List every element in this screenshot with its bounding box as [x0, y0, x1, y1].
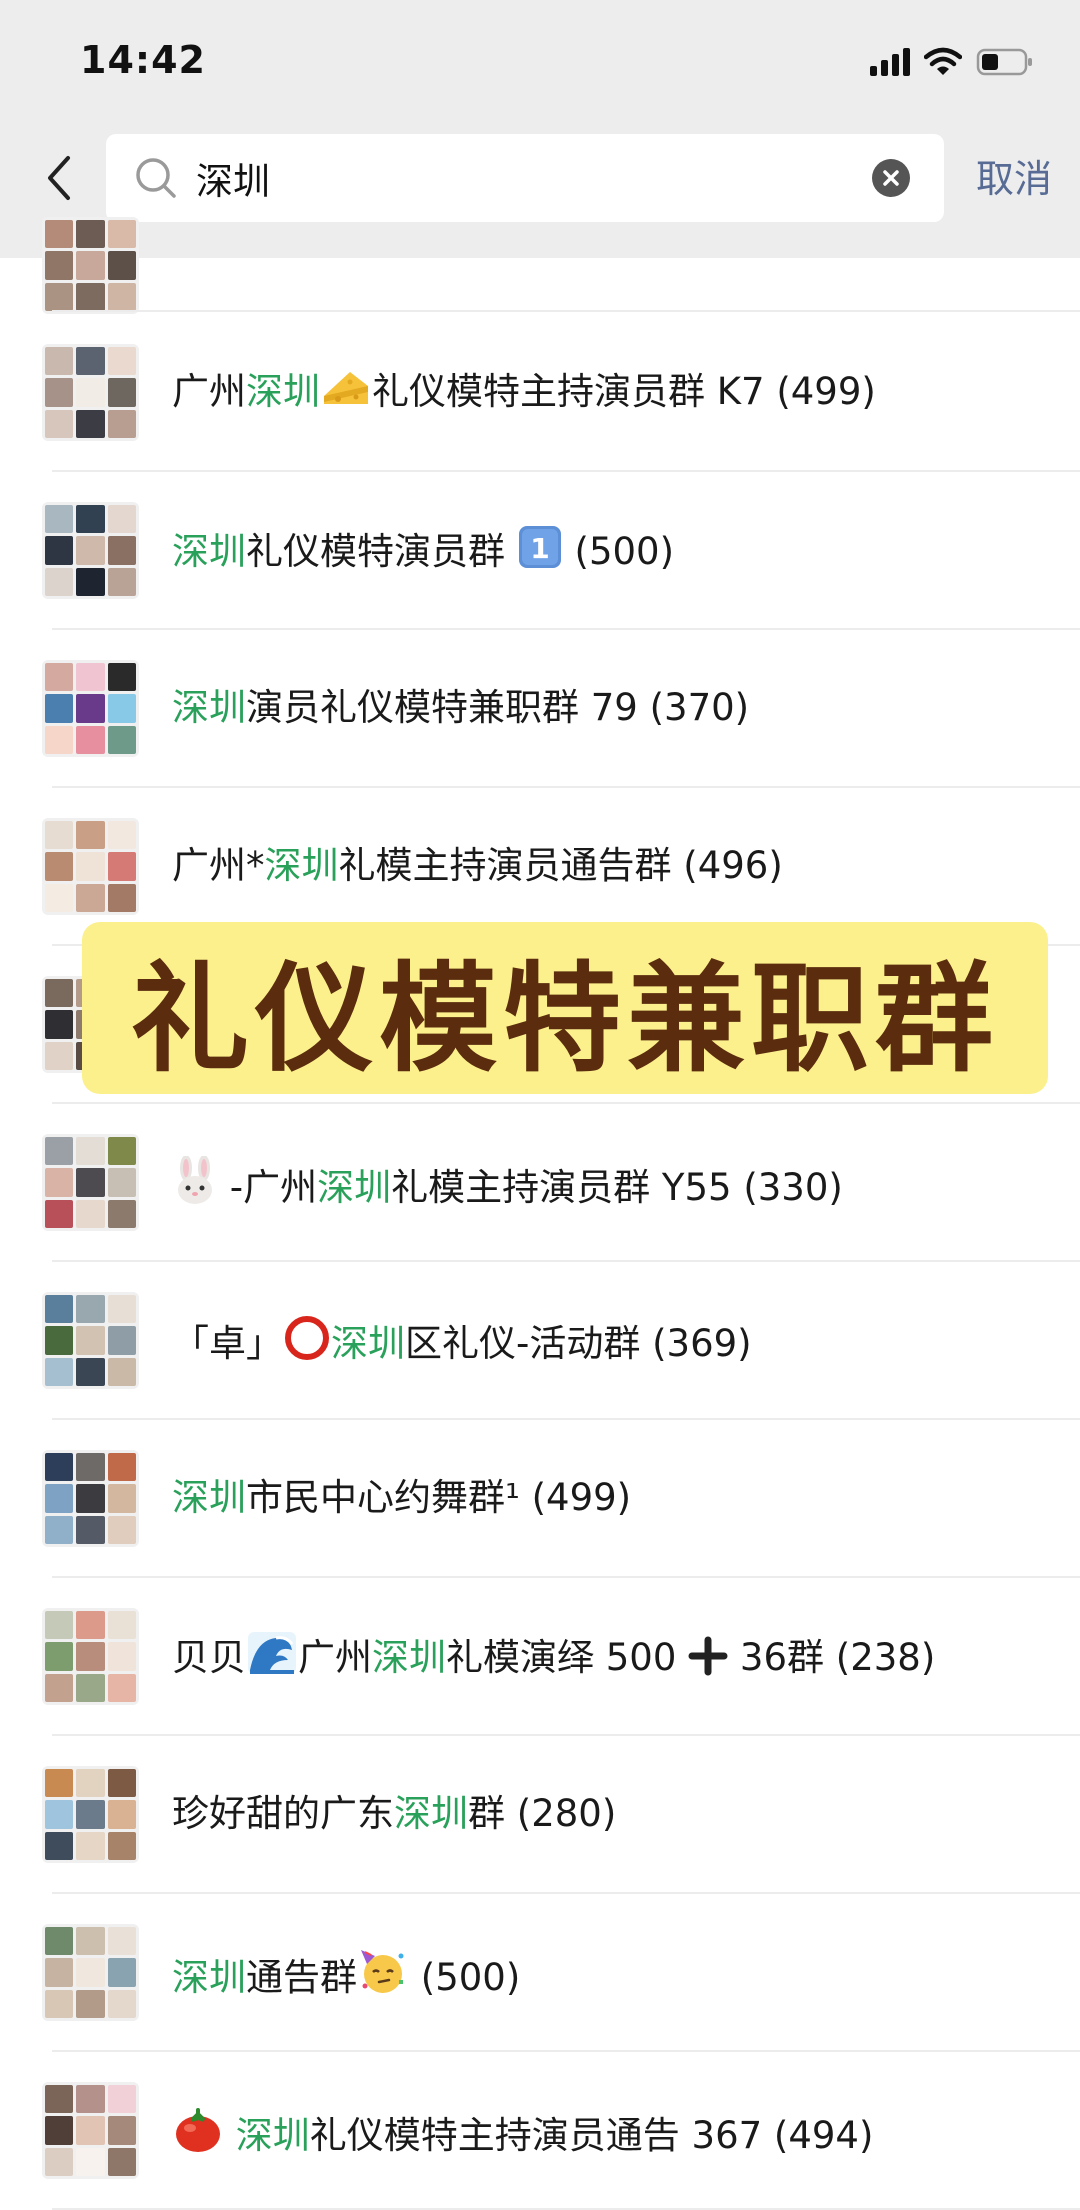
- name-text: 36群 (238): [728, 1636, 936, 1679]
- chevron-left-icon: [48, 156, 70, 200]
- top-bar: 14:42 取消: [0, 0, 1080, 258]
- list-item[interactable]: 深圳礼仪模特演员群 1 (500): [0, 472, 1080, 630]
- group-name: 广州*深圳礼模主持演员通告群 (496): [172, 840, 1050, 892]
- group-name: 「卓」 深圳区礼仪-活动群 (369): [172, 1314, 1050, 1376]
- group-name: 深圳演员礼仪模特兼职群 79 (370): [172, 682, 1050, 734]
- highlight-keyword: 深圳: [331, 1322, 405, 1365]
- status-time: 14:42: [80, 38, 206, 82]
- name-text: 礼模主持演员通告群 (496): [338, 844, 783, 887]
- name-text: 演员礼仪模特兼职群 79 (370): [246, 686, 750, 729]
- name-text: 礼模主持演员群 Y55 (330): [391, 1166, 843, 1209]
- overlay-banner: 礼仪模特兼职群: [82, 922, 1048, 1094]
- plus-icon: [688, 1636, 728, 1690]
- group-name: -广州深圳礼模主持演员群 Y55 (330): [172, 1155, 1050, 1220]
- highlight-keyword: 深圳: [235, 2114, 310, 2157]
- group-avatar: [42, 2082, 139, 2179]
- group-avatar: [42, 1292, 139, 1389]
- search-results-list: 广州深圳 礼仪模特主持演员群 K7 (499) 深圳礼仪模特演员群 1 (500) 深…: [0, 217, 1080, 2210]
- list-item[interactable]: 深圳礼仪模特主持演员通告 367 (494): [0, 2052, 1080, 2210]
- search-box[interactable]: [106, 134, 944, 222]
- back-button[interactable]: [40, 150, 80, 206]
- battery-icon: [976, 48, 1032, 76]
- group-avatar: [42, 1766, 139, 1863]
- group-name: 深圳通告群 (500): [172, 1946, 1050, 2010]
- name-text: 珍好甜的广东: [172, 1792, 394, 1835]
- group-avatar: [42, 1134, 139, 1231]
- cheese-icon: [320, 366, 372, 424]
- party-face-icon: [357, 1946, 409, 2010]
- name-text: 通告群: [246, 1956, 357, 1999]
- list-item[interactable]: [0, 217, 1080, 314]
- highlight-keyword: 深圳: [172, 1476, 246, 1519]
- list-item[interactable]: 「卓」 深圳区礼仪-活动群 (369): [0, 1262, 1080, 1420]
- list-item[interactable]: 深圳演员礼仪模特兼职群 79 (370): [0, 630, 1080, 788]
- highlight-keyword: 深圳: [372, 1636, 446, 1679]
- highlight-keyword: 深圳: [246, 370, 320, 413]
- rabbit-icon: [172, 1155, 218, 1220]
- cancel-button[interactable]: 取消: [976, 148, 1052, 203]
- group-avatar: [42, 502, 139, 599]
- tomato-icon: [172, 2104, 224, 2168]
- name-text: 礼仪模特演员群: [246, 530, 517, 573]
- highlight-keyword: 深圳: [317, 1166, 392, 1209]
- list-item[interactable]: 广州深圳 礼仪模特主持演员群 K7 (499): [0, 314, 1080, 472]
- name-text: 广州*: [172, 844, 265, 887]
- search-input[interactable]: [196, 148, 816, 208]
- svg-text:1: 1: [530, 532, 549, 565]
- group-name: 珍好甜的广东深圳群 (280): [172, 1788, 1050, 1840]
- list-item[interactable]: 贝贝 广州深圳礼模演绎 500 36群 (238): [0, 1578, 1080, 1736]
- name-text: (500): [409, 1956, 521, 1999]
- highlight-keyword: 深圳: [394, 1792, 468, 1835]
- name-text: 区礼仪-活动群 (369): [405, 1322, 752, 1365]
- highlight-keyword: 深圳: [172, 1956, 246, 1999]
- list-item[interactable]: 珍好甜的广东深圳群 (280): [0, 1736, 1080, 1894]
- highlight-keyword: 深圳: [172, 686, 246, 729]
- wifi-icon: [924, 47, 962, 75]
- name-text: 「卓」: [172, 1322, 283, 1365]
- group-avatar: [42, 1608, 139, 1705]
- group-avatar: [42, 344, 139, 441]
- name-text: 礼模演绎 500: [446, 1636, 689, 1679]
- cellular-signal-icon: [870, 48, 910, 76]
- name-text: -广州: [218, 1166, 318, 1209]
- list-item[interactable]: 深圳市民中心约舞群¹ (499): [0, 1420, 1080, 1578]
- group-name: 深圳市民中心约舞群¹ (499): [172, 1472, 1050, 1524]
- group-avatar: [42, 1450, 139, 1547]
- group-name: 广州深圳 礼仪模特主持演员群 K7 (499): [172, 366, 1050, 424]
- name-text: 群 (280): [468, 1792, 617, 1835]
- list-item[interactable]: -广州深圳礼模主持演员群 Y55 (330): [0, 1104, 1080, 1262]
- search-icon: [136, 158, 176, 198]
- status-icons: [870, 44, 1034, 80]
- highlight-keyword: 深圳: [172, 530, 246, 573]
- clear-search-button[interactable]: [872, 159, 910, 197]
- keycap-1-icon: 1: [517, 524, 563, 584]
- divider: [52, 310, 1080, 312]
- close-icon: [883, 170, 899, 186]
- red-circle-icon: [283, 1314, 331, 1376]
- name-text: [224, 2114, 236, 2157]
- group-name: 深圳礼仪模特演员群 1 (500): [172, 524, 1050, 584]
- wave-icon: [246, 1630, 298, 1690]
- group-avatar: [42, 660, 139, 757]
- group-name: 深圳礼仪模特主持演员通告 367 (494): [172, 2104, 1050, 2168]
- name-text: 贝贝: [172, 1636, 246, 1679]
- list-item[interactable]: 深圳通告群 (500): [0, 1894, 1080, 2052]
- group-name: 贝贝 广州深圳礼模演绎 500 36群 (238): [172, 1630, 1050, 1690]
- name-text: (500): [562, 530, 675, 573]
- name-text: 广州: [172, 370, 246, 413]
- name-text: 市民中心约舞群¹ (499): [246, 1476, 632, 1519]
- name-text: 礼仪模特主持演员群 K7 (499): [372, 370, 876, 413]
- group-avatar: [42, 217, 139, 314]
- highlight-keyword: 深圳: [264, 844, 339, 887]
- name-text: 广州: [298, 1636, 372, 1679]
- name-text: 礼仪模特主持演员通告 367 (494): [309, 2114, 874, 2157]
- group-avatar: [42, 818, 139, 915]
- group-avatar: [42, 1924, 139, 2021]
